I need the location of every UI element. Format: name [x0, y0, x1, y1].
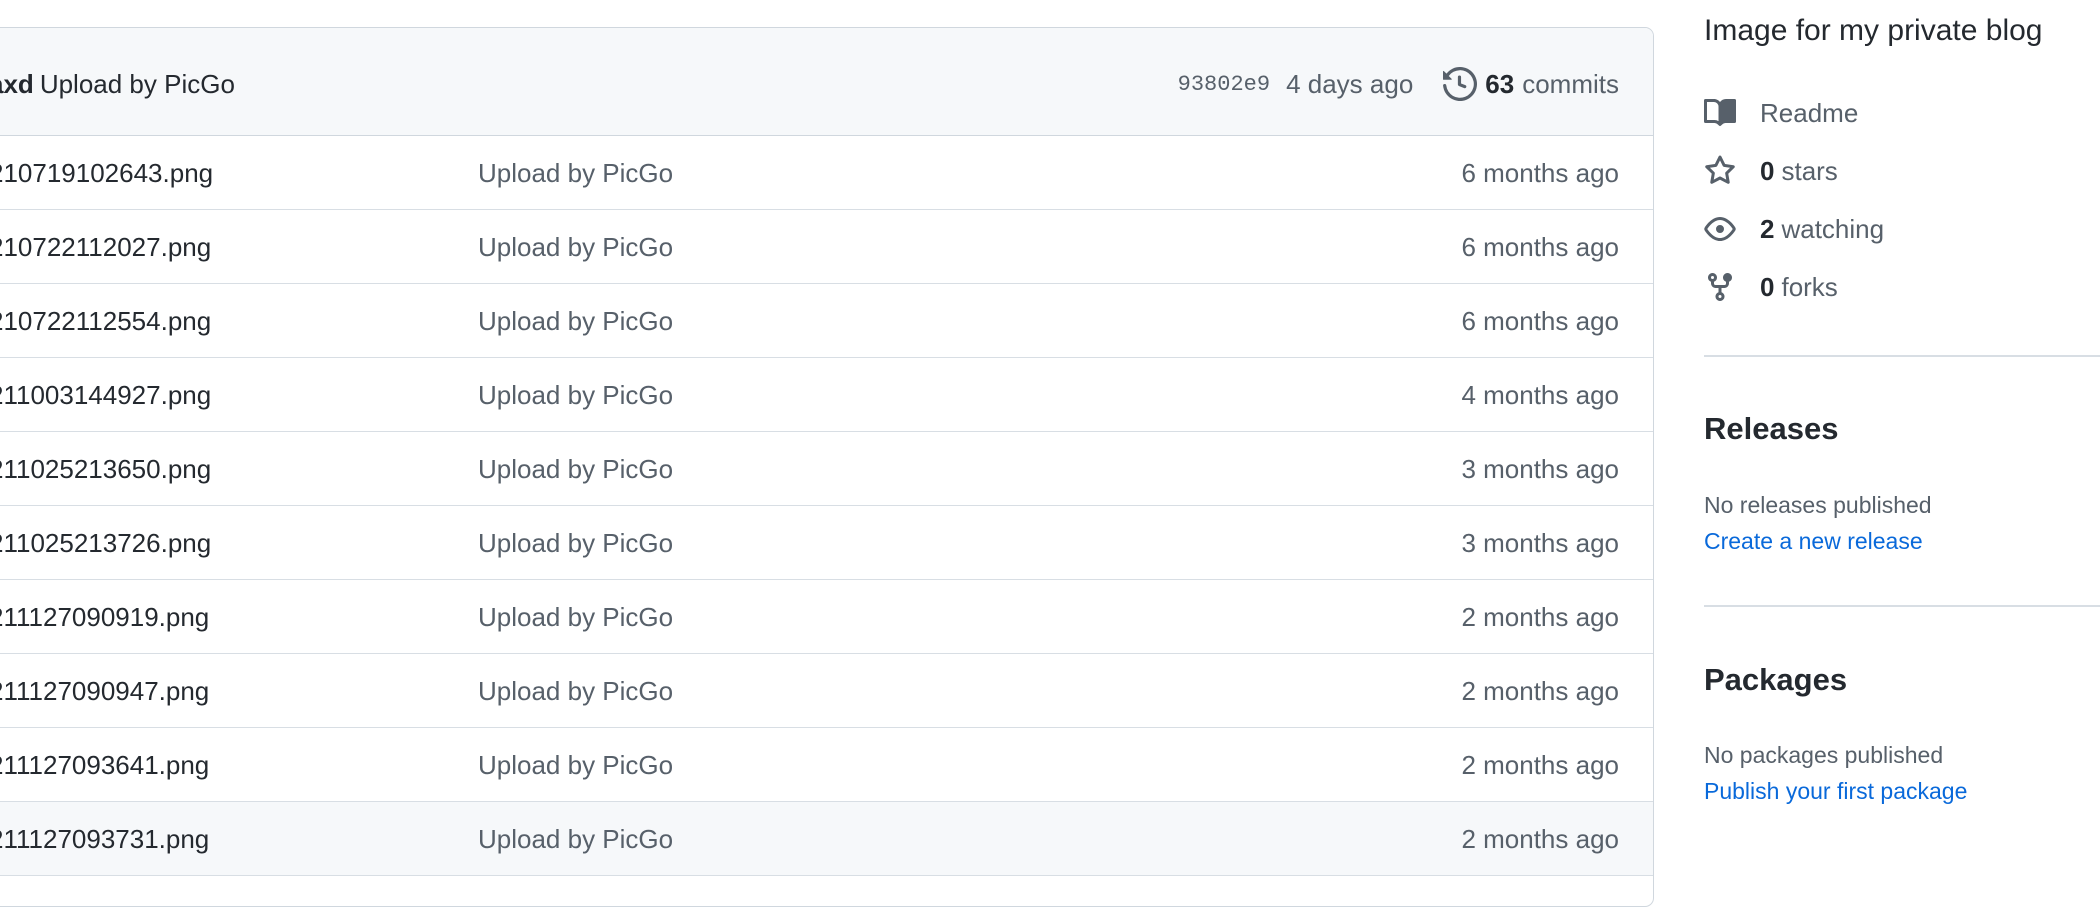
file-age: 2 months ago [1461, 676, 1619, 706]
file-commit-link[interactable]: Upload by PicGo [478, 506, 673, 580]
file-row: 211127093641.png Upload by PicGo 2 month… [0, 728, 1653, 802]
file-name-link[interactable]: 210722112027.png [0, 210, 211, 284]
file-commit-link[interactable]: Upload by PicGo [478, 210, 673, 284]
repo-sidebar: Image for my private blog Readme 0 stars… [1704, 0, 2100, 897]
packages-empty-text: No packages published [1704, 742, 1944, 768]
watchers-link[interactable]: 2 watching [1704, 209, 1884, 249]
commits-count: 63 [1485, 68, 1515, 99]
file-list-box: axdUpload by PicGo 93802e9 4 days ago 63… [0, 27, 1654, 907]
watching-count: 2 [1760, 213, 1775, 244]
file-age: 6 months ago [1461, 158, 1619, 188]
file-name-link[interactable]: 210719102643.png [0, 136, 213, 210]
file-name-link[interactable]: 211127093641.png [0, 728, 209, 802]
forks-link[interactable]: 0 forks [1704, 267, 1838, 307]
eye-icon [1704, 217, 1736, 241]
file-row: 210722112554.png Upload by PicGo 6 month… [0, 284, 1653, 358]
file-commit-link[interactable]: Upload by PicGo [478, 802, 673, 876]
commit-author[interactable]: axd [0, 69, 34, 99]
file-age: 2 months ago [1461, 750, 1619, 780]
readme-label: Readme [1760, 97, 1859, 128]
file-age: 2 months ago [1461, 602, 1619, 632]
file-name-link[interactable]: 211127090919.png [0, 580, 209, 654]
commits-history-link[interactable]: 63 commits [1443, 67, 1619, 101]
sidebar-divider [1704, 605, 2100, 607]
file-name-link[interactable]: 211025213650.png [0, 432, 211, 506]
file-commit-link[interactable]: Upload by PicGo [478, 580, 673, 654]
repo-description: Image for my private blog [1704, 14, 2043, 47]
stars-count: 0 [1760, 155, 1775, 186]
file-row: 211003144927.png Upload by PicGo 4 month… [0, 358, 1653, 432]
commit-meta: 93802e9 4 days ago 63 commits [1178, 28, 1619, 140]
sidebar-divider [1704, 355, 2100, 357]
packages-title[interactable]: Packages [1704, 662, 1847, 698]
commits-label: commits [1522, 68, 1619, 99]
file-row: 211127090947.png Upload by PicGo 2 month… [0, 654, 1653, 728]
latest-commit-bar: axdUpload by PicGo 93802e9 4 days ago 63… [0, 28, 1653, 136]
history-icon [1443, 67, 1478, 101]
watching-label: watching [1781, 213, 1885, 244]
file-commit-link[interactable]: Upload by PicGo [478, 284, 673, 358]
star-icon [1705, 155, 1735, 184]
readme-link[interactable]: Readme [1704, 93, 1858, 133]
file-age: 3 months ago [1461, 454, 1619, 484]
commit-message-link[interactable]: Upload by PicGo [40, 69, 235, 99]
file-row: 210719102643.png Upload by PicGo 6 month… [0, 136, 1653, 210]
forks-count: 0 [1760, 271, 1775, 302]
repo-forked-icon [1708, 273, 1732, 302]
releases-empty-text: No releases published [1704, 492, 1932, 518]
file-name-link[interactable]: 211003144927.png [0, 358, 211, 432]
commit-sha-link[interactable]: 93802e9 [1178, 72, 1270, 97]
file-commit-link[interactable]: Upload by PicGo [478, 654, 673, 728]
publish-package-link[interactable]: Publish your first package [1704, 778, 1967, 805]
commit-age: 4 days ago [1286, 68, 1414, 99]
file-commit-link[interactable]: Upload by PicGo [478, 728, 673, 802]
stars-label: stars [1781, 155, 1838, 186]
file-row: 211127090919.png Upload by PicGo 2 month… [0, 580, 1653, 654]
latest-commit-message: axdUpload by PicGo [0, 28, 235, 140]
file-age: 2 months ago [1461, 824, 1619, 854]
file-commit-link[interactable]: Upload by PicGo [478, 358, 673, 432]
file-row: 211127093731.png Upload by PicGo 2 month… [0, 802, 1653, 876]
file-name-link[interactable]: 211127093731.png [0, 802, 209, 876]
file-age: 4 months ago [1461, 380, 1619, 410]
file-name-link[interactable]: 210722112554.png [0, 284, 211, 358]
book-icon [1704, 98, 1736, 126]
file-name-link[interactable]: 211127090947.png [0, 654, 209, 728]
file-age: 6 months ago [1461, 232, 1619, 262]
releases-title[interactable]: Releases [1704, 411, 1838, 447]
file-row: 210722112027.png Upload by PicGo 6 month… [0, 210, 1653, 284]
file-name-link[interactable]: 211025213726.png [0, 506, 211, 580]
file-age: 3 months ago [1461, 528, 1619, 558]
file-commit-link[interactable]: Upload by PicGo [478, 432, 673, 506]
create-release-link[interactable]: Create a new release [1704, 528, 1923, 555]
file-commit-link[interactable]: Upload by PicGo [478, 136, 673, 210]
file-row: 211025213650.png Upload by PicGo 3 month… [0, 432, 1653, 506]
file-row: 211025213726.png Upload by PicGo 3 month… [0, 506, 1653, 580]
stars-link[interactable]: 0 stars [1704, 151, 1838, 191]
file-age: 6 months ago [1461, 306, 1619, 336]
forks-label: forks [1781, 271, 1838, 302]
